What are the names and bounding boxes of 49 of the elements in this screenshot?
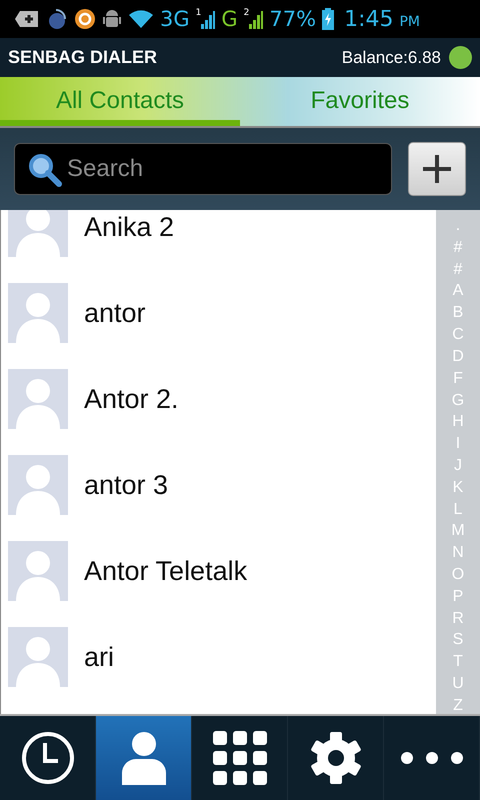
contact-row[interactable]: ari [1, 614, 436, 700]
contact-row[interactable]: Anika 2 [1, 210, 436, 270]
contact-row[interactable]: Antor 2. [1, 356, 436, 442]
avatar-icon [8, 283, 68, 343]
wifi-icon [128, 9, 154, 29]
network-type: G [221, 8, 238, 30]
contact-name: Anika 2 [84, 212, 174, 242]
person-icon [122, 731, 166, 785]
contact-name: Antor Teletalk [84, 556, 248, 586]
battery-level: 77% [269, 8, 316, 30]
settings-icon [310, 732, 362, 784]
avatar-icon [8, 541, 68, 601]
index-letter[interactable]: . [456, 218, 460, 234]
contact-name: ari [84, 642, 114, 672]
signal-icon [249, 9, 264, 29]
index-letter[interactable]: # [454, 262, 462, 278]
network-type: 3G [160, 8, 190, 30]
sim-number: 2 [244, 9, 250, 18]
sim-number: 1 [196, 9, 202, 18]
clock-icon [20, 731, 74, 785]
app-icon [46, 7, 68, 31]
clock-ampm: PM [399, 14, 420, 30]
contact-row[interactable]: Antor Teletalk [1, 528, 436, 614]
android-icon [102, 8, 122, 30]
search-field[interactable]: Search [14, 143, 392, 195]
plus-icon [421, 153, 453, 185]
app-icon [74, 8, 96, 30]
contacts-tab[interactable] [96, 716, 192, 800]
battery-charging-icon [322, 8, 334, 30]
search-icon [27, 152, 63, 188]
avatar-icon [8, 210, 68, 257]
contact-row[interactable]: antor 3 [1, 442, 436, 528]
more-icon [400, 751, 464, 765]
contact-name: Antor 2. [84, 384, 179, 414]
contact-name: antor 3 [84, 470, 168, 500]
index-letter[interactable]: # [454, 240, 462, 256]
signal-icon [201, 9, 216, 29]
app-title: SENBAG DIALER [8, 47, 158, 68]
add-button[interactable] [408, 142, 466, 196]
clock-time: 1:45 [344, 6, 394, 32]
dialpad-icon [212, 731, 266, 785]
avatar-icon [8, 455, 68, 515]
avatar-icon [8, 627, 68, 687]
avatar-icon [8, 369, 68, 429]
tab[interactable]: Favorites [240, 77, 480, 126]
balance-text: Balance:6.88 [342, 48, 441, 68]
contact-row[interactable]: antor [1, 270, 436, 356]
add-notification-icon [14, 9, 40, 29]
contact-name: antor [84, 298, 146, 328]
